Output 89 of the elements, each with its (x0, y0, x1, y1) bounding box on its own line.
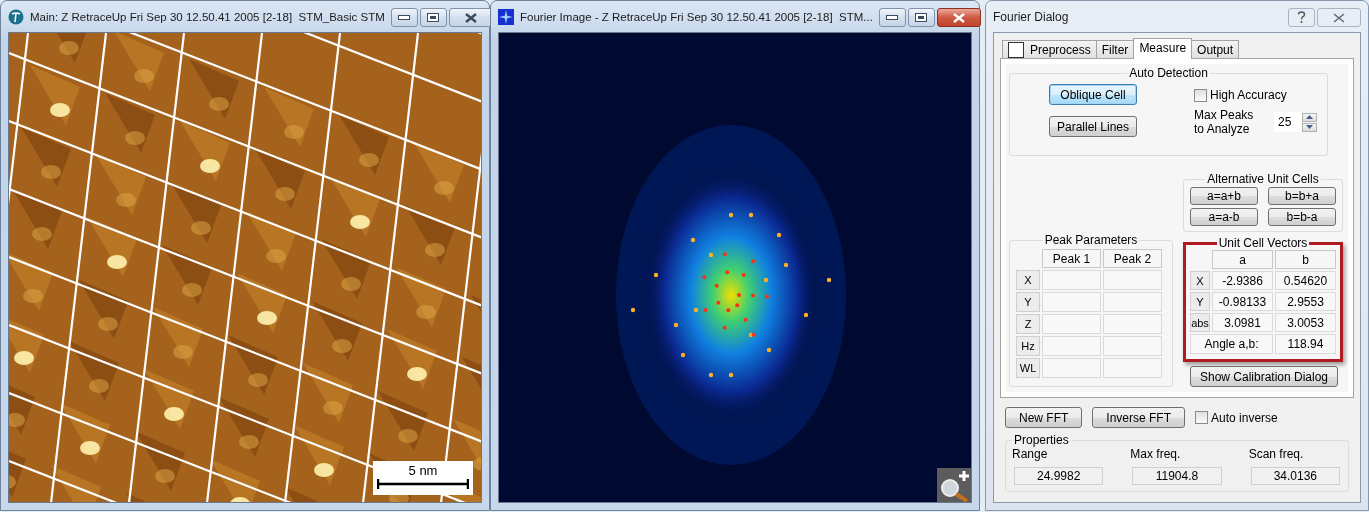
checkbox-label: High Accuracy (1210, 88, 1287, 102)
table-cell (1042, 336, 1101, 356)
group-title: Auto Detection (1128, 66, 1209, 80)
field-label: Range (1012, 447, 1049, 461)
angle-label: Angle a,b: (1190, 334, 1273, 354)
zoom-in-icon[interactable] (937, 468, 971, 502)
close-button[interactable] (448, 8, 493, 27)
field-label: Max Peaks to Analyze (1194, 108, 1255, 136)
row-label: Z (1016, 314, 1040, 334)
table-cell (1103, 270, 1162, 290)
group-title: Alternative Unit Cells (1206, 172, 1320, 186)
row-label: abs (1190, 313, 1210, 332)
window-title: Fourier Image - Z RetraceUp Fri Sep 30 12.50.41 2005 [2-18] STM... (520, 10, 873, 23)
unit-cell-button[interactable]: b=b-a (1268, 208, 1336, 226)
column-header: a (1212, 250, 1273, 269)
table-cell: 3.0053 (1275, 313, 1336, 332)
help-button[interactable] (1288, 8, 1315, 27)
window-title: Main: Z RetraceUp Fri Sep 30 12.50.41 2005 [2-18] STM_Basic STM (30, 10, 385, 23)
detection-button[interactable]: Parallel Lines (1048, 116, 1137, 137)
tab-checkbox[interactable] (1008, 41, 1024, 58)
table-cell (1103, 358, 1162, 378)
number-field[interactable]: 25 (1274, 112, 1302, 132)
row-label: Y (1016, 292, 1040, 312)
value-field: 11904.8 (1132, 467, 1222, 485)
table-cell (1042, 270, 1101, 290)
spectrum-star-icon (498, 8, 514, 25)
row-label: X (1190, 271, 1210, 290)
table-cell: -0.98133 (1212, 292, 1273, 311)
close-icon (464, 12, 477, 23)
dialog-title: Fourier Dialog (993, 9, 1070, 24)
up-arrow-icon (1306, 115, 1313, 119)
minimize-button[interactable] (390, 8, 418, 27)
column-header: b (1275, 250, 1336, 269)
tab[interactable]: Measure (1133, 38, 1193, 59)
tab[interactable]: Output (1191, 40, 1240, 58)
table-cell (1103, 314, 1162, 334)
maximize-button[interactable] (419, 8, 447, 27)
table-cell: -2.9386 (1212, 271, 1273, 290)
maximize-icon (427, 13, 440, 22)
tab[interactable]: Preprocess (1002, 40, 1097, 58)
checkbox-label: Auto inverse (1211, 410, 1278, 425)
close-button[interactable] (1317, 8, 1361, 27)
close-icon (952, 12, 965, 23)
table-cell (1042, 292, 1101, 312)
row-label: Y (1190, 292, 1210, 311)
spin-up-button[interactable] (1302, 112, 1317, 122)
row-label: X (1016, 270, 1040, 290)
scale-bar-line-icon (377, 478, 469, 490)
table-cell (1103, 336, 1162, 356)
table-cell (1103, 292, 1162, 312)
unit-cell-button[interactable]: b=b+a (1268, 187, 1336, 205)
fft-button[interactable]: Inverse FFT (1092, 407, 1186, 428)
unit-cell-button[interactable]: a=a-b (1190, 208, 1258, 226)
minimize-icon (398, 14, 411, 21)
table-cell: 2.9553 (1275, 292, 1336, 311)
table-cell: 3.0981 (1212, 313, 1273, 332)
value-field: 24.9982 (1014, 467, 1104, 485)
detection-button[interactable]: Oblique Cell (1049, 84, 1137, 105)
maximize-button[interactable] (907, 8, 935, 27)
close-icon (1333, 12, 1345, 23)
app-logo-icon (8, 8, 24, 25)
down-arrow-icon (1306, 125, 1313, 129)
group-title: Properties (1013, 433, 1070, 447)
group-title: Unit Cell Vectors (1217, 236, 1309, 250)
angle-value: 118.94 (1275, 334, 1336, 354)
minimize-icon (886, 14, 899, 21)
fft-button[interactable]: New FFT (1005, 407, 1083, 428)
unit-cell-button[interactable]: a=a+b (1190, 187, 1258, 205)
spin-down-button[interactable] (1302, 122, 1317, 132)
group-title: Peak Parameters (1043, 233, 1139, 247)
maximize-icon (915, 13, 928, 22)
row-label: WL (1016, 358, 1040, 378)
tab[interactable]: Filter (1095, 40, 1135, 58)
table-cell: 0.54620 (1275, 271, 1336, 290)
value-field: 34.0136 (1250, 467, 1340, 485)
table-cell (1042, 314, 1101, 334)
field-label: Max freq. (1130, 447, 1182, 461)
help-icon (1297, 11, 1306, 24)
table-cell (1042, 358, 1101, 378)
checkbox[interactable] (1194, 88, 1207, 102)
checkbox[interactable] (1195, 411, 1209, 424)
minimize-button[interactable] (878, 8, 906, 27)
row-label: Hz (1016, 336, 1040, 356)
column-header: Peak 1 (1042, 249, 1101, 268)
field-label: Scan freq. (1248, 447, 1305, 461)
close-button[interactable] (936, 8, 981, 27)
scale-label: 5 nm (408, 463, 438, 478)
calibration-button[interactable]: Show Calibration Dialog (1190, 366, 1338, 387)
column-header: Peak 2 (1103, 249, 1162, 268)
